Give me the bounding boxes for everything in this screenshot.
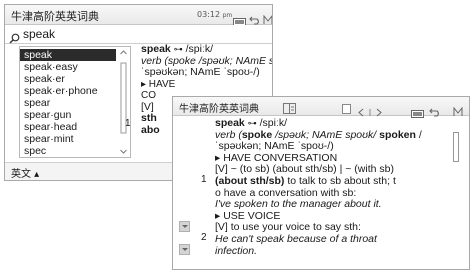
headword: speak (215, 117, 245, 129)
word-list[interactable]: speak speak·easy speak·er speak·er·phone spe… (19, 46, 131, 158)
word-list-item[interactable]: spear (20, 97, 116, 109)
window-title: 牛津高阶英英词典 (11, 10, 99, 23)
verb-forms-line-2: ˈspəʊkən; NAmE ˈspoʊ-/) (141, 66, 260, 78)
word-list-item[interactable]: speak (20, 49, 116, 61)
word-list-scrollbar[interactable] (119, 49, 128, 155)
titlebar: 牛津高阶英英词典 (173, 97, 469, 119)
back-arrow-icon[interactable] (429, 102, 441, 121)
pronunciation: /spiːk/ (259, 117, 288, 129)
search-bar[interactable]: speak (5, 25, 272, 44)
example-sentence-1: I've spoken to the manager about it. (215, 198, 382, 211)
titlebar: 牛津高阶英英词典 03:12 pm (5, 5, 272, 26)
window-title: 牛津高阶英英词典 (179, 104, 259, 115)
example-sentence-2-cont: infection. (215, 244, 258, 257)
language-selector[interactable]: 英文 ▴ (11, 165, 39, 180)
sense-number: 1 (125, 118, 131, 129)
word-list-item[interactable]: spear·head (20, 121, 116, 133)
example-sentence-2: He can't speak because of a throat (215, 232, 377, 245)
search-input[interactable]: speak (23, 27, 55, 41)
stress-mark-icon: ⊶ (247, 118, 257, 128)
entry-content: speak ⊶ /spiːk/ verb (spoke /spəʊk; NAmE… (215, 117, 422, 257)
entry-scrollbar[interactable] (453, 132, 459, 166)
headword: speak (141, 43, 171, 55)
sense1-definition: (about sth/sb) to talk to sb about sth; … (215, 174, 396, 187)
menu-icon[interactable] (453, 102, 463, 121)
copy-icon[interactable] (341, 100, 353, 119)
word-list-item[interactable]: spear·mint (20, 133, 116, 145)
expand-example-button-2[interactable] (179, 244, 190, 255)
sense-number-1: 1 (201, 174, 207, 185)
word-list-item[interactable]: speak·er·phone (20, 85, 116, 97)
heading-fragment: ▸ HAVE (141, 78, 176, 90)
stress-mark-icon: ⊶ (173, 44, 183, 54)
word-list-item[interactable]: speak·easy (20, 61, 116, 73)
word-list-item[interactable]: spec (20, 145, 116, 157)
word-list-item[interactable]: spear·gun (20, 109, 116, 121)
expand-example-button[interactable] (179, 221, 190, 232)
front-entry-window: 牛津高阶英英词典 speak ⊶ /spiːk/ verb (spoke /sp… (172, 96, 470, 270)
sense-number-2: 2 (201, 232, 207, 243)
word-list-item[interactable]: speak·er (20, 73, 116, 85)
pronunciation: /spiːk/ (185, 43, 214, 55)
clock: 03:12 pm (197, 10, 233, 19)
